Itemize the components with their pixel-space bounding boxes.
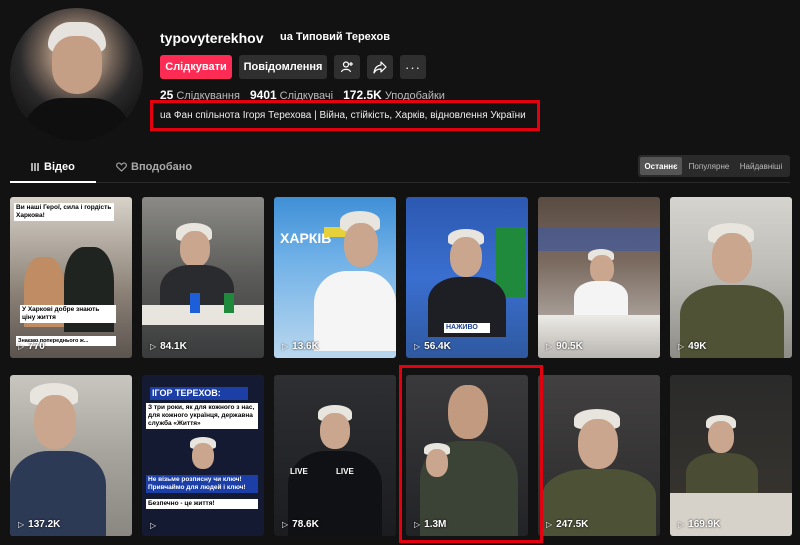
view-count: ▷ 84.1K [150,341,187,352]
play-icon: ▷ [18,520,25,529]
video-card[interactable]: ▷ 169.9K [670,375,792,536]
play-icon: ▷ [18,342,25,351]
video-card[interactable]: Ви наші Герої, сила і гордість Харкова! … [10,197,132,358]
view-count: ▷ 56.4K [414,341,451,352]
avatar-face [52,36,102,94]
more-options-button[interactable]: ··· [400,55,426,79]
play-icon: ▷ [150,342,157,351]
video-card[interactable]: ІГОР ТЕРЕХОВ: З три роки, як для кожного… [142,375,264,536]
tab-videos[interactable]: Відео [30,161,75,173]
avatar-shirt [22,98,132,141]
video-card[interactable]: ХАРКІВ ▷ 13.6K [274,197,396,358]
play-icon: ▷ [150,521,157,530]
play-icon: ▷ [282,342,289,351]
play-icon: ▷ [414,342,421,351]
view-count: ▷ 137.2K [18,519,61,530]
video-card[interactable]: ▷ 247.5K [538,375,660,536]
heart-outline-icon [116,162,127,172]
tab-liked[interactable]: Вподобано [116,161,192,173]
video-card[interactable]: ▷ 84.1K [142,197,264,358]
sort-toggle: Останнє Популярне Найдавніші [638,155,790,177]
sort-popular[interactable]: Популярне [684,157,734,175]
video-card[interactable]: LIVE LIVE ▷ 78.6K [274,375,396,536]
video-card[interactable]: НАЖИВО ▷ 56.4K [406,197,528,358]
play-icon: ▷ [546,520,553,529]
share-arrow-icon [373,61,387,74]
sort-oldest[interactable]: Найдавніші [736,157,786,175]
add-friend-button[interactable] [334,55,360,79]
more-dots-icon: ··· [405,59,421,75]
view-count: ▷ 49K [678,341,707,352]
add-person-icon [340,61,353,73]
profile-bio: ua Фан спільнота Ігоря Терехова | Війна,… [160,110,526,121]
video-card[interactable]: ▷ 137.2K [10,375,132,536]
play-icon: ▷ [546,342,553,351]
grid-lines-icon [31,163,39,171]
follow-button[interactable]: Слідкувати [160,55,232,79]
view-count: ▷ 770 [18,341,45,352]
profile-avatar[interactable] [10,8,143,141]
view-count: ▷ 78.6K [282,519,319,530]
play-icon: ▷ [678,520,685,529]
message-button[interactable]: Повідомлення [239,55,327,79]
view-count: ▷ 169.9K [678,519,721,530]
profile-nickname: ua Типовий Терехов [280,31,390,43]
view-count: ▷ [150,521,160,530]
highlighted-video-frame [399,365,543,543]
view-count: ▷ 247.5K [546,519,589,530]
sort-latest[interactable]: Останнє [640,157,682,175]
view-count: ▷ 13.6K [282,341,319,352]
active-tab-underline [10,181,96,183]
play-icon: ▷ [678,342,685,351]
video-card[interactable]: ▷ 49K [670,197,792,358]
view-count: ▷ 90.5K [546,341,583,352]
share-button[interactable] [367,55,393,79]
video-card[interactable]: ▷ 90.5K [538,197,660,358]
profile-username: typovyterekhov [160,30,264,46]
profile-bio-highlighted: ua Фан спільнота Ігоря Терехова | Війна,… [150,100,540,131]
play-icon: ▷ [282,520,289,529]
